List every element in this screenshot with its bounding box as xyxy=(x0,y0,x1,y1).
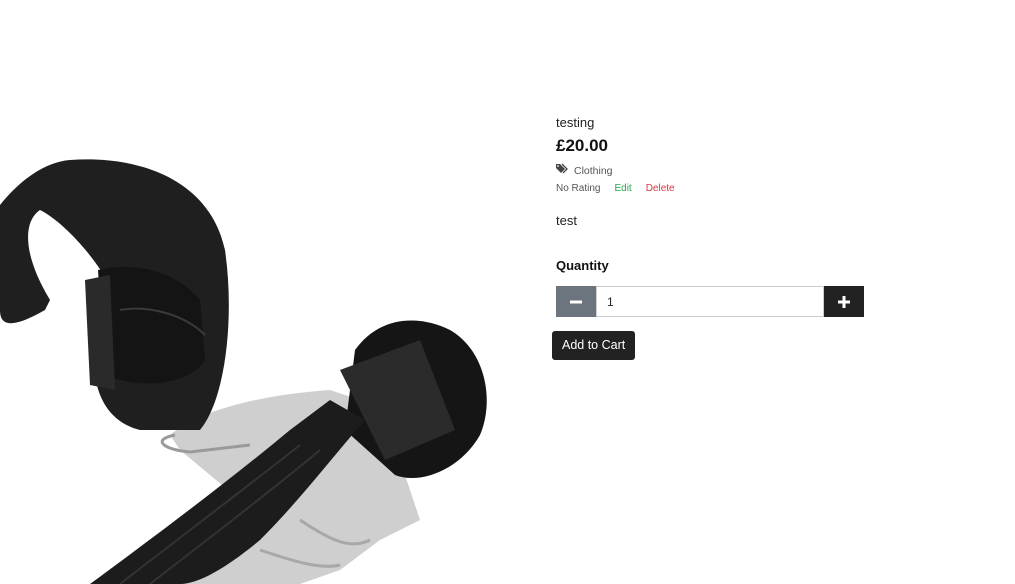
product-meta: No Rating Edit Delete xyxy=(556,182,876,196)
quantity-label: Quantity xyxy=(556,258,609,273)
tags-icon xyxy=(556,163,570,178)
add-to-cart-button[interactable]: Add to Cart xyxy=(552,331,636,360)
product-price: £20.00 xyxy=(556,136,608,155)
plus-icon xyxy=(838,295,850,308)
product-name: testing xyxy=(556,115,595,130)
category-label: Clothing xyxy=(574,164,613,177)
rating-text: No Rating xyxy=(556,183,601,194)
product-detail-page: testing £20.00 Clothing No Rating Edit D… xyxy=(0,0,1015,584)
minus-icon xyxy=(570,300,582,303)
increment-button[interactable] xyxy=(824,286,864,317)
lifting-straps-image xyxy=(0,159,487,584)
product-category[interactable]: Clothing xyxy=(556,163,876,178)
product-image xyxy=(0,100,500,584)
quantity-stepper xyxy=(556,286,864,317)
decrement-button[interactable] xyxy=(556,286,596,317)
edit-link[interactable]: Edit xyxy=(614,182,631,196)
delete-link[interactable]: Delete xyxy=(646,182,675,196)
quantity-input[interactable] xyxy=(596,286,824,317)
product-details: testing £20.00 Clothing No Rating Edit D… xyxy=(552,114,876,360)
product-description: test xyxy=(556,213,577,228)
